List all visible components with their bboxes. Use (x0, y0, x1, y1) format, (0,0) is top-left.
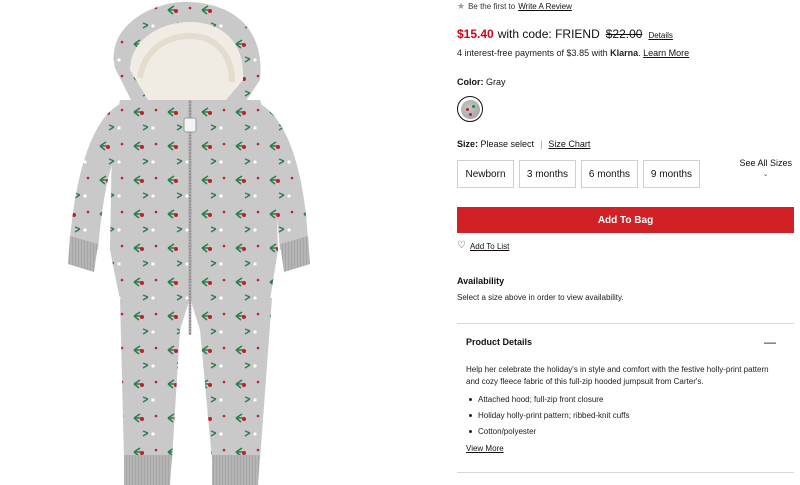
swatch-image (460, 99, 480, 119)
size-option-9-months[interactable]: 9 months (643, 160, 700, 188)
list-item: Cotton/polyester (466, 426, 776, 442)
availability-title: Availability (457, 276, 505, 286)
size-separator: | (540, 139, 543, 149)
size-chart-link[interactable]: Size Chart (548, 139, 590, 149)
product-image (60, 0, 390, 485)
price-row: $15.40 with code: FRIEND $22.00 Details (457, 27, 673, 41)
sale-price: $15.40 (457, 27, 494, 41)
color-value: Gray (486, 77, 506, 87)
add-to-list-button[interactable]: ♡ Add To List (457, 241, 509, 251)
heart-icon: ♡ (457, 240, 466, 251)
see-all-sizes-label: See All Sizes (739, 158, 792, 168)
size-option-3-months[interactable]: 3 months (519, 160, 576, 188)
size-option-newborn[interactable]: Newborn (457, 160, 514, 188)
price-details-link[interactable]: Details (648, 31, 672, 40)
size-label-row: Size: Please select | Size Chart (457, 139, 590, 149)
star-icon: ★ (457, 1, 466, 11)
klarna-text: 4 interest-free payments of $3.85 with (457, 48, 608, 58)
size-value: Please select (480, 139, 535, 149)
see-all-sizes-button[interactable]: See All Sizes ⌄ (739, 158, 792, 180)
product-details-toggle[interactable]: Product Details — (466, 336, 776, 348)
size-label: Size: (457, 139, 479, 149)
list-item: Attached hood; full-zip front closure (466, 394, 776, 410)
klarna-row: 4 interest-free payments of $3.85 with K… (457, 48, 690, 58)
promo-code-text: with code: FRIEND (497, 27, 600, 41)
review-prefix: Be the first to (468, 2, 516, 11)
klarna-learn-more-link[interactable]: Learn More (643, 48, 689, 58)
product-features-list: Attached hood; full-zip front closure Ho… (466, 394, 776, 442)
color-label: Color: (457, 77, 484, 87)
list-item: Holiday holly-print pattern; ribbed-knit… (466, 410, 776, 426)
size-option-6-months[interactable]: 6 months (581, 160, 638, 188)
review-row: ★ Be the first to Write A Review (457, 1, 572, 12)
product-details-section: Product Details — Help her celebrate the… (457, 323, 794, 473)
product-info-panel: ★ Be the first to Write A Review $15.40 … (457, 0, 794, 485)
chevron-down-icon: ⌄ (762, 171, 769, 178)
add-to-bag-button[interactable]: Add To Bag (457, 207, 794, 233)
availability-text: Select a size above in order to view ava… (457, 293, 624, 302)
klarna-brand: Klarna (610, 48, 639, 58)
original-price: $22.00 (605, 27, 643, 41)
product-description: Help her celebrate the holiday's in styl… (466, 365, 769, 386)
minus-icon: — (764, 335, 776, 349)
color-label-row: Color: Gray (457, 77, 506, 87)
size-options: Newborn 3 months 6 months 9 months (457, 160, 700, 188)
view-more-link[interactable]: View More (466, 444, 504, 453)
add-to-list-label: Add To List (469, 241, 510, 251)
write-review-link[interactable]: Write A Review (518, 2, 572, 11)
color-swatch-gray[interactable] (457, 96, 483, 122)
product-details-title: Product Details (466, 337, 533, 347)
